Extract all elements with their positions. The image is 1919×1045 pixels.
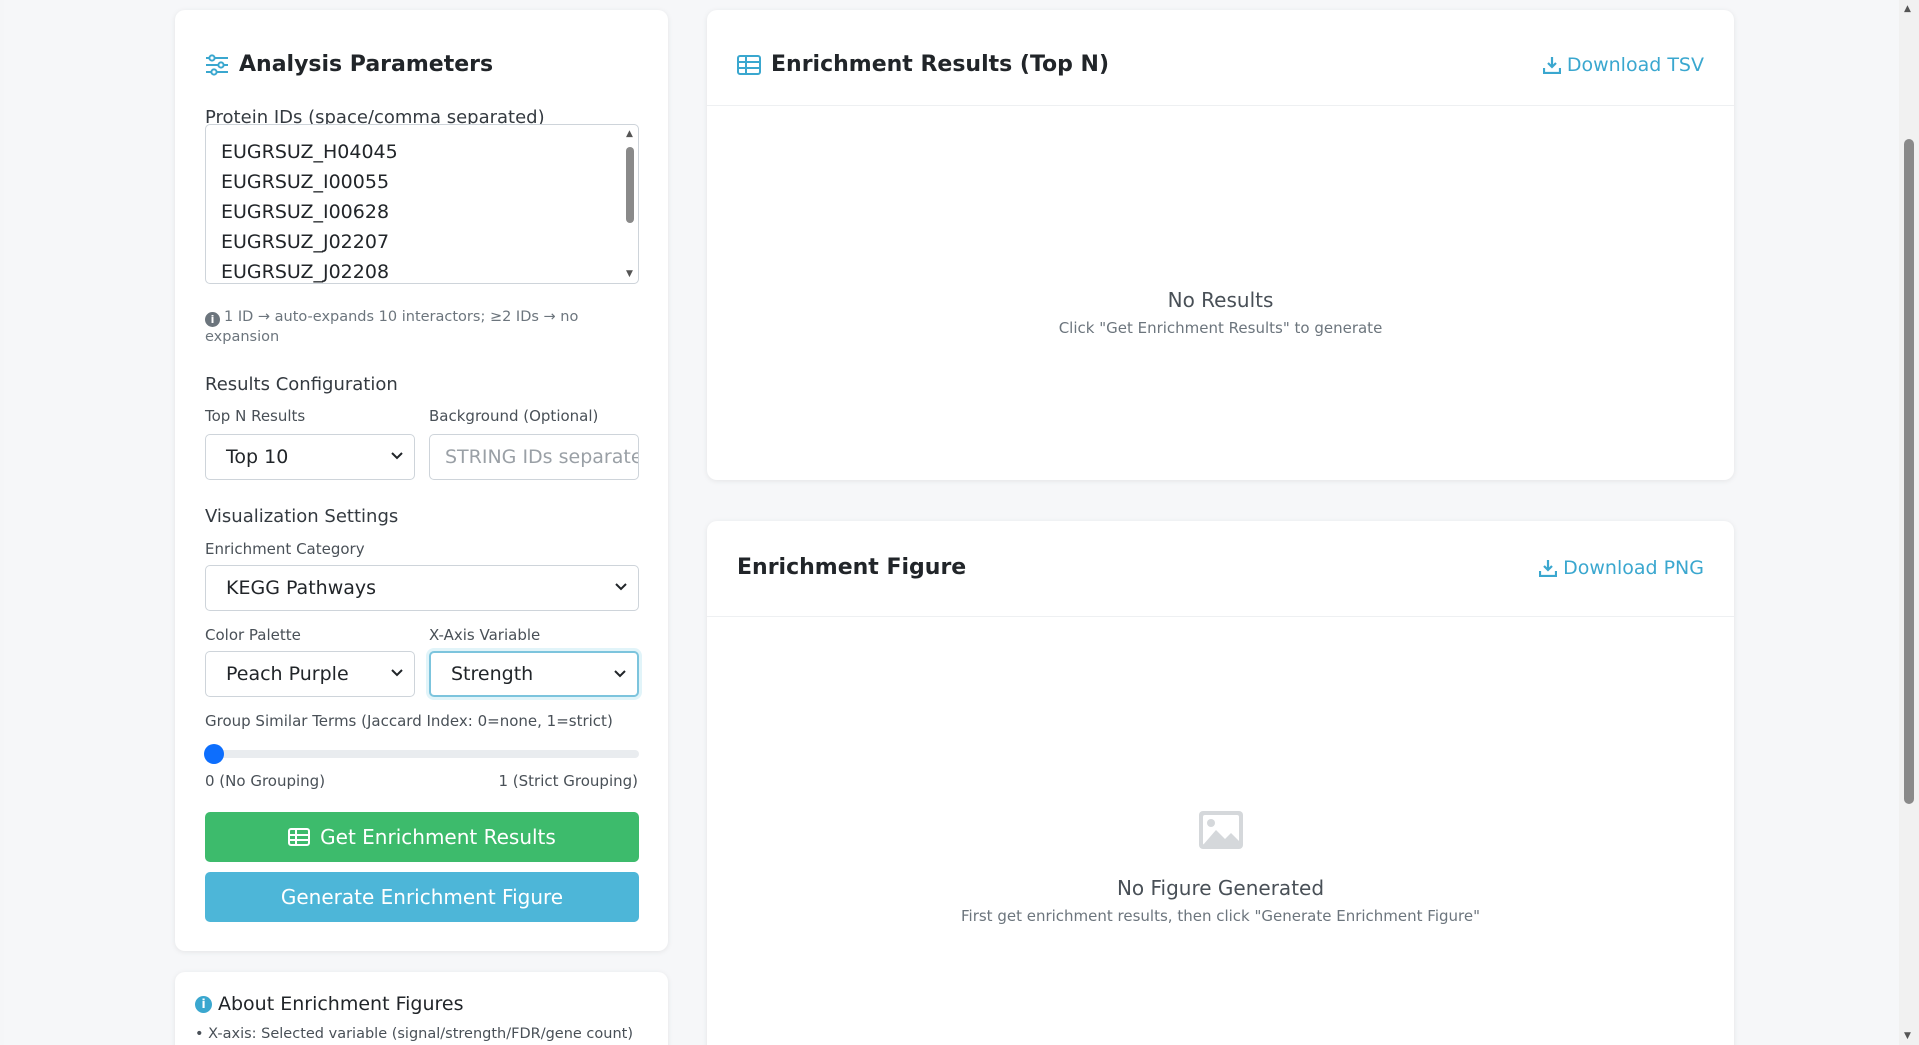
about-card: i About Enrichment Figures • X-axis: Sel…	[175, 972, 668, 1045]
jaccard-slider-thumb[interactable]	[204, 744, 224, 764]
enrichment-results-card: Enrichment Results (Top N) Download TSV …	[707, 10, 1734, 480]
top-n-label: Top N Results	[205, 407, 306, 425]
table-icon	[288, 828, 311, 846]
generate-enrichment-figure-label: Generate Enrichment Figure	[280, 885, 564, 909]
visualization-settings-label: Visualization Settings	[205, 506, 399, 527]
no-figure-title: No Figure Generated	[1116, 876, 1325, 900]
download-icon	[1542, 57, 1561, 74]
textarea-scrollbar[interactable]: ▲ ▼	[622, 125, 638, 283]
x-axis-variable-select[interactable]: Strength	[429, 651, 639, 697]
window-scroll-thumb[interactable]	[1904, 139, 1914, 804]
generate-enrichment-figure-button[interactable]: Generate Enrichment Figure	[205, 872, 639, 922]
about-title-row: i About Enrichment Figures	[195, 993, 463, 1015]
download-icon	[1539, 560, 1558, 577]
background-placeholder: STRING IDs separated	[445, 446, 639, 468]
protein-id-line: EUGRSUZ_H04045	[221, 141, 398, 163]
sliders-icon	[206, 53, 228, 76]
enrichment-category-value: KEGG Pathways	[226, 577, 377, 599]
scroll-up-icon[interactable]: ▲	[626, 129, 633, 139]
background-input[interactable]: STRING IDs separated	[429, 434, 639, 480]
enrichment-category-label: Enrichment Category	[205, 540, 365, 558]
about-line: • X-axis: Selected variable (signal/stre…	[195, 1026, 633, 1042]
enrichment-figure-card: Enrichment Figure Download PNG No Figure…	[707, 521, 1734, 1045]
protein-id-line: EUGRSUZ_J02207	[221, 231, 390, 253]
chevron-down-icon	[391, 452, 403, 460]
no-results-subtitle: Click "Get Enrichment Results" to genera…	[1058, 319, 1383, 337]
chevron-down-icon	[615, 583, 627, 591]
group-similar-terms-label: Group Similar Terms (Jaccard Index: 0=no…	[205, 712, 613, 730]
download-png-link[interactable]: Download PNG	[1539, 557, 1704, 579]
image-placeholder-icon	[1199, 811, 1243, 849]
protein-id-line: EUGRSUZ_I00055	[221, 171, 390, 193]
results-title: Enrichment Results (Top N)	[771, 52, 1110, 77]
results-title-row: Enrichment Results (Top N)	[737, 52, 1109, 77]
download-tsv-label: Download TSV	[1566, 54, 1704, 76]
scroll-down-icon[interactable]: ▼	[1904, 1031, 1911, 1041]
top-n-value: Top 10	[226, 446, 289, 468]
analysis-parameters-card: Analysis Parameters Protein IDs (space/c…	[175, 10, 668, 951]
scroll-up-icon[interactable]: ▲	[1904, 4, 1911, 14]
color-palette-label: Color Palette	[205, 626, 301, 644]
info-icon: i	[195, 995, 212, 1013]
analysis-parameters-title: Analysis Parameters	[239, 52, 494, 77]
card-title: Analysis Parameters	[205, 52, 493, 77]
download-tsv-link[interactable]: Download TSV	[1542, 54, 1704, 76]
get-enrichment-results-button[interactable]: Get Enrichment Results	[205, 812, 639, 862]
x-axis-variable-value: Strength	[451, 663, 534, 685]
background-label: Background (Optional)	[429, 407, 599, 425]
get-enrichment-results-label: Get Enrichment Results	[320, 825, 556, 849]
protein-ids-list: EUGRSUZ_H04045 EUGRSUZ_I00055 EUGRSUZ_I006…	[221, 137, 398, 283]
no-results-title: No Results	[1167, 288, 1274, 312]
scroll-thumb[interactable]	[626, 147, 634, 223]
hint-text: 1 ID → auto-expands 10 interactors; ≥2 I…	[205, 309, 579, 345]
window-scrollbar[interactable]: ▲ ▼	[1899, 0, 1919, 1045]
x-axis-variable-label: X-Axis Variable	[429, 626, 541, 644]
protein-ids-hint: i1 ID → auto-expands 10 interactors; ≥2 …	[205, 307, 625, 347]
enrichment-category-select[interactable]: KEGG Pathways	[205, 565, 639, 611]
protein-id-line: EUGRSUZ_J02208	[221, 261, 390, 283]
figure-title: Enrichment Figure	[737, 555, 967, 580]
top-n-select[interactable]: Top 10	[205, 434, 415, 480]
download-png-label: Download PNG	[1563, 557, 1704, 579]
slider-min-label: 0 (No Grouping)	[205, 772, 326, 790]
about-title: About Enrichment Figures	[218, 993, 464, 1015]
protein-id-line: EUGRSUZ_I00628	[221, 201, 390, 223]
page: Analysis Parameters Protein IDs (space/c…	[4, 0, 1899, 1045]
chevron-down-icon	[391, 669, 403, 677]
chevron-down-icon	[614, 670, 626, 678]
protein-ids-textarea[interactable]: EUGRSUZ_H04045 EUGRSUZ_I00055 EUGRSUZ_I006…	[205, 124, 639, 284]
divider	[707, 105, 1734, 106]
info-icon: i	[205, 312, 220, 327]
results-configuration-label: Results Configuration	[205, 374, 398, 395]
scroll-down-icon[interactable]: ▼	[626, 269, 633, 279]
table-icon	[737, 54, 761, 75]
color-palette-select[interactable]: Peach Purple	[205, 651, 415, 697]
color-palette-value: Peach Purple	[226, 663, 349, 685]
divider	[707, 616, 1734, 617]
jaccard-slider-track[interactable]	[205, 750, 639, 758]
no-figure-subtitle: First get enrichment results, then click…	[960, 907, 1480, 925]
slider-max-label: 1 (Strict Grouping)	[498, 772, 638, 790]
